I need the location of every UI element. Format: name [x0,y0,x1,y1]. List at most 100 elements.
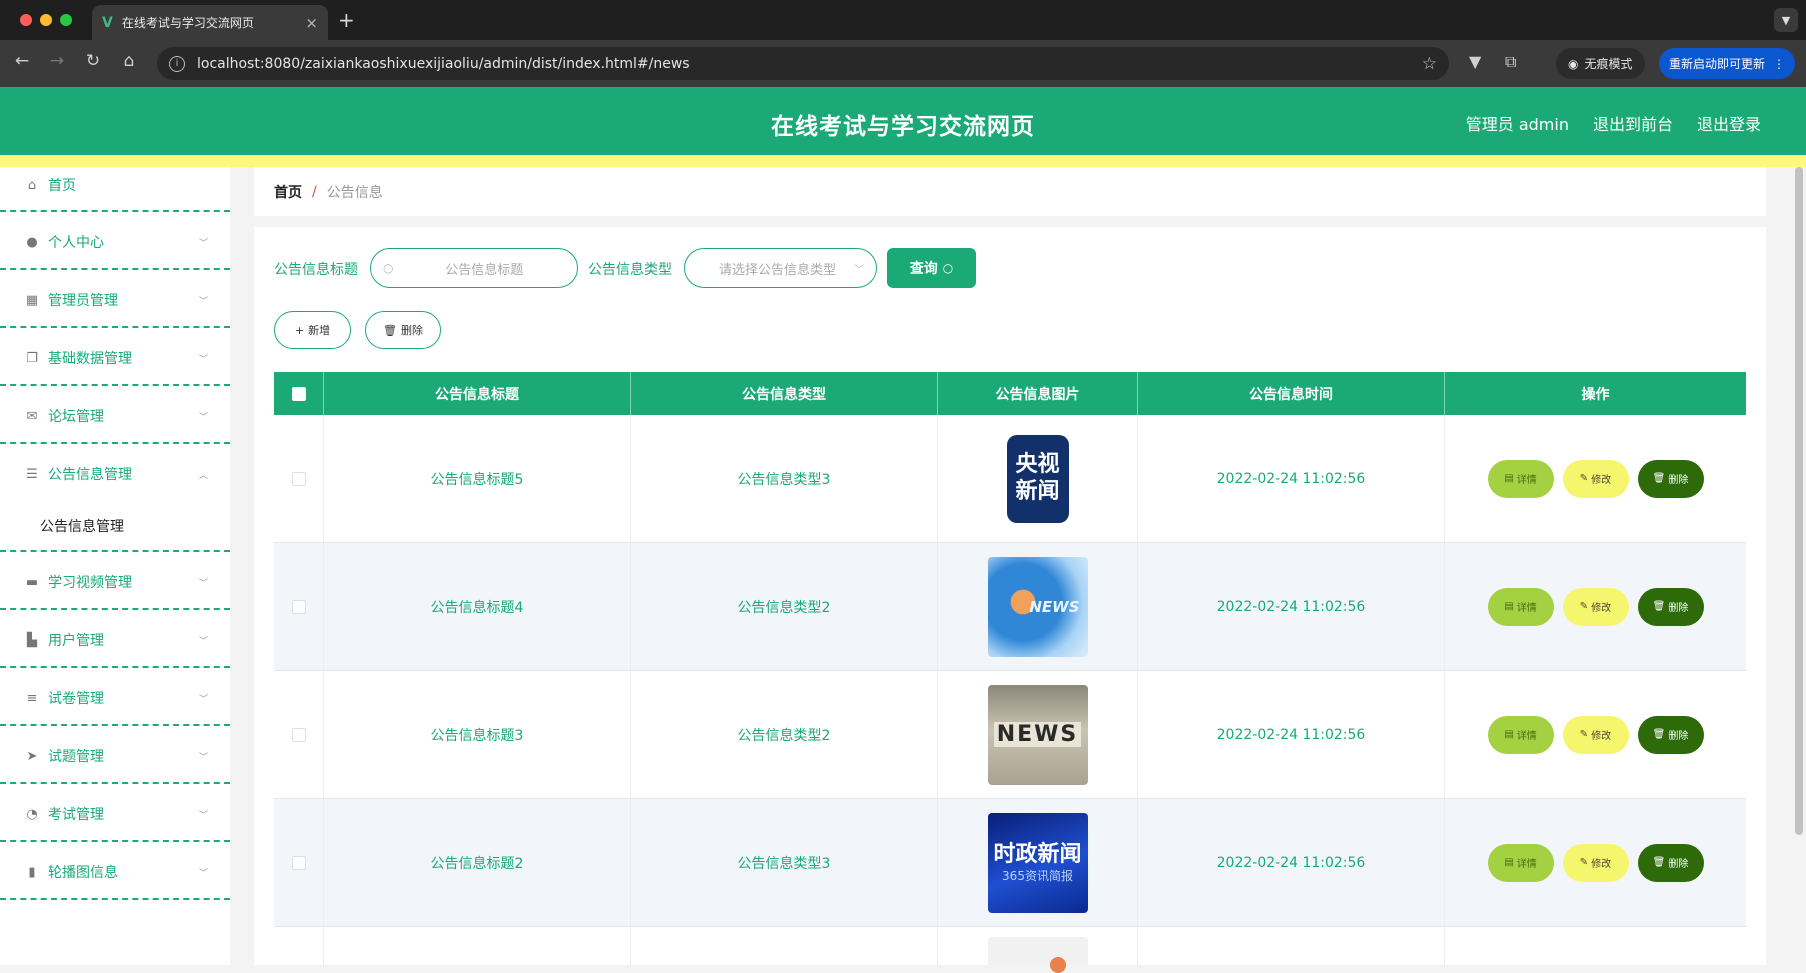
sidebar-item-notices[interactable]: ☰ 公告信息管理 ︿ [0,464,230,484]
tab-search-icon[interactable]: ▼ [1774,8,1798,32]
sidebar-item-exams[interactable]: ◔ 考试管理 ﹀ [0,804,230,824]
row-checkbox[interactable] [291,471,306,486]
incognito-label: 无痕模式 [1584,57,1633,71]
type-select[interactable]: 请选择公告信息类型 ﹀ [684,248,877,288]
maximize-window-button[interactable] [60,14,72,26]
bookmark-star-icon[interactable]: ☆ [1422,54,1437,74]
image-cell [938,927,1138,973]
pencil-icon: ✎ [1579,857,1589,868]
detail-label: 详情 [1516,475,1537,486]
edit-button[interactable]: ✎ 修改 [1562,587,1629,626]
url-text[interactable]: localhost:8080/zaixiankaoshixuexijiaoliu… [197,56,1422,72]
thumbnail-text: NEWS [1029,597,1080,616]
close-window-button[interactable] [20,14,32,26]
batch-delete-button[interactable]: 🗑 删除 [365,311,441,349]
sidebar-item-admins[interactable]: ▦ 管理员管理 ﹀ [0,290,230,310]
sidebar-item-users[interactable]: ▙ 用户管理 ﹀ [0,630,230,650]
sidebar-item-forum[interactable]: ✉ 论坛管理 ﹀ [0,406,230,426]
sidebar-subitem-notice-manage[interactable]: 公告信息管理 [40,516,124,536]
thumbnail-text: 央视新闻 [1015,452,1060,504]
row-select-cell [274,415,324,542]
edit-button[interactable]: ✎ 修改 [1562,459,1629,498]
vue-devtools-icon[interactable]: ▼ [1469,52,1481,71]
exit-to-front-link[interactable]: 退出到前台 [1593,111,1673,135]
app-header: 在线考试与学习交流网页 管理员 admin 退出到前台 退出登录 [0,87,1806,155]
back-icon[interactable]: ← [10,51,34,71]
sidebar-item-videos[interactable]: ▬ 学习视频管理 ﹀ [0,572,230,592]
news-thumbnail[interactable]: 央视新闻 [1006,434,1069,523]
table-row: 公告信息标题5 公告信息类型3 央视新闻 2022-02-24 11:02:56… [274,415,1746,543]
divider [0,898,230,900]
chevron-down-icon: ﹀ [198,810,208,821]
grid-icon: ▦ [25,292,39,308]
row-checkbox[interactable] [291,855,306,870]
detail-label: 详情 [1516,603,1537,614]
row-checkbox[interactable] [291,599,306,614]
incognito-icon: ◉ [1568,56,1579,71]
chevron-down-icon: ﹀ [198,752,208,763]
detail-button[interactable]: ▤ 详情 [1487,459,1554,498]
forward-icon[interactable]: → [45,51,69,71]
delete-button[interactable]: 🗑 删除 [1637,587,1704,626]
time-cell [1138,927,1445,965]
update-button[interactable]: 重新启动即可更新 ⋮ [1659,48,1795,79]
chevron-down-icon: ﹀ [198,412,208,423]
sidebar-item-label: 试卷管理 [48,691,104,707]
delete-button[interactable]: 🗑 删除 [1637,843,1704,882]
news-thumbnail[interactable]: NEWS [987,684,1088,785]
news-thumbnail[interactable]: NEWS [987,556,1088,657]
type-filter-label: 公告信息类型 [588,262,672,278]
detail-button[interactable]: ▤ 详情 [1487,715,1554,754]
pencil-icon: ✎ [1579,601,1589,612]
sidebar-item-questions[interactable]: ➤ 试题管理 ﹀ [0,746,230,766]
browser-tab[interactable]: V 在线考试与学习交流网页 × [92,5,328,40]
edit-button[interactable]: ✎ 修改 [1562,843,1629,882]
breadcrumb-home[interactable]: 首页 [274,182,302,202]
divider [0,442,230,444]
new-tab-icon[interactable]: + [338,8,355,32]
doc-icon: ▤ [1504,729,1514,740]
add-button[interactable]: + 新增 [274,311,351,349]
trash-icon: 🗑 [1652,729,1666,740]
extensions-icon[interactable]: ⧉ [1505,52,1516,72]
news-thumbnail[interactable] [987,937,1088,973]
delete-label: 删除 [1668,603,1689,614]
address-bar[interactable]: i localhost:8080/zaixiankaoshixuexijiaol… [157,47,1449,80]
delete-button[interactable]: 🗑 删除 [1637,715,1704,754]
thumbnail-text: 时政新闻 [993,842,1082,868]
incognito-badge[interactable]: ◉ 无痕模式 [1556,48,1645,79]
time-cell: 2022-02-24 11:02:56 [1138,543,1445,670]
copy-icon: ❐ [26,350,38,366]
query-button[interactable]: 查询 ○ [887,248,976,288]
main-panel: 公告信息标题 ○ 公告信息标题 公告信息类型 请选择公告信息类型 ﹀ 查询 ○ … [254,227,1766,973]
more-icon[interactable]: ⋮ [1773,57,1785,71]
minimize-window-button[interactable] [40,14,52,26]
actions-cell: ▤ 详情 ✎ 修改 🗑 删除 [1445,671,1746,798]
row-select-cell [274,799,324,926]
wallet-icon: ▙ [27,632,37,648]
sidebar-item-base-data[interactable]: ❐ 基础数据管理 ﹀ [0,348,230,368]
home-browser-icon[interactable]: ⌂ [117,51,141,71]
edit-button[interactable]: ✎ 修改 [1562,715,1629,754]
sidebar-item-profile[interactable]: ● 个人中心 ﹀ [0,232,230,252]
edit-label: 修改 [1591,859,1612,870]
reload-icon[interactable]: ↻ [81,51,105,71]
divider [0,840,230,842]
news-thumbnail[interactable]: 时政新闻 365资讯简报 [987,812,1088,913]
detail-button[interactable]: ▤ 详情 [1487,843,1554,882]
sidebar-item-label: 公告信息管理 [48,467,132,483]
detail-button[interactable]: ▤ 详情 [1487,587,1554,626]
sidebar-item-papers[interactable]: ≡ 试卷管理 ﹀ [0,688,230,708]
logout-link[interactable]: 退出登录 [1697,111,1761,135]
sidebar-item-carousel[interactable]: ▮ 轮播图信息 ﹀ [0,862,230,882]
row-checkbox[interactable] [291,727,306,742]
table-row: 公告信息标题4 公告信息类型2 NEWS 2022-02-24 11:02:56… [274,543,1746,671]
header-stripe [0,155,1806,167]
select-all-checkbox[interactable] [291,386,306,401]
site-info-icon[interactable]: i [169,55,185,72]
page-scrollbar[interactable] [1795,167,1803,835]
title-search-input[interactable]: ○ 公告信息标题 [370,248,578,288]
close-tab-icon[interactable]: × [305,14,318,32]
sidebar-item-home[interactable]: ⌂ 首页 [0,175,230,195]
delete-button[interactable]: 🗑 删除 [1637,459,1704,498]
